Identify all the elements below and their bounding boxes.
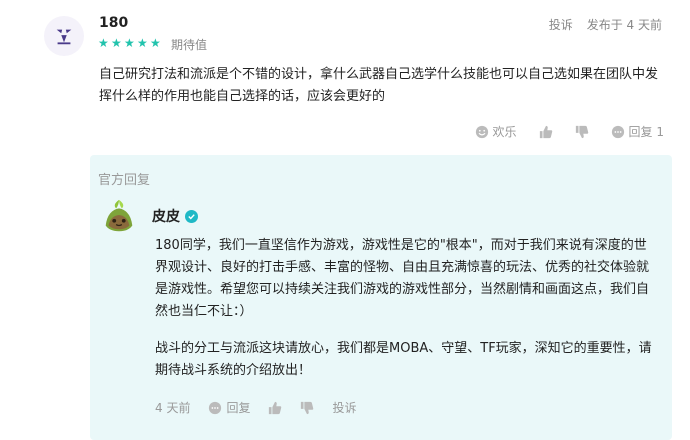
official-reply-footer: 4 天前 回复 投诉	[155, 399, 356, 416]
review-text: 自己研究打法和流派是个不错的设计，拿什么武器自己选学什么技能也可以自己选如果在团…	[99, 67, 659, 104]
official-name: 皮皮	[152, 206, 198, 226]
username[interactable]: 180	[99, 15, 128, 31]
thumbs-down-icon	[301, 401, 314, 414]
official-reply-paragraph: 战斗的分工与流派这块请放心，我们都是MOBA、守望、TF玩家，深知它的重要性，请…	[155, 341, 652, 378]
official-reply-button[interactable]: 回复	[208, 399, 250, 416]
official-dislike-button[interactable]	[300, 401, 314, 415]
thumbs-down-icon	[575, 125, 588, 138]
star-icon: ★	[137, 36, 148, 50]
official-report-button[interactable]: 投诉	[332, 399, 356, 416]
smiley-icon	[475, 125, 488, 138]
reply-button[interactable]: 回复 1	[611, 123, 664, 140]
reply-label: 回复	[226, 401, 251, 415]
star-icon: ★	[150, 36, 161, 50]
mascot-icon	[105, 199, 133, 232]
posted-time: 发布于 4 天前	[586, 18, 662, 32]
star-icon: ★	[111, 36, 122, 50]
avatar-logo-icon	[56, 29, 72, 45]
report-button[interactable]: 投诉	[549, 16, 573, 33]
comment-icon	[209, 401, 222, 414]
reply-time: 4 天前	[155, 401, 191, 415]
rating-label: 期待值	[171, 38, 208, 52]
official-reply: 官方回复 皮皮 180同学，我们一直坚信作为游戏，游戏性是它的"根本"，而对于我…	[90, 155, 672, 440]
rating-stars: ★ ★ ★ ★ ★	[98, 37, 162, 49]
star-icon: ★	[98, 36, 109, 50]
thumbs-up-icon	[539, 125, 552, 138]
comment-icon	[611, 125, 624, 138]
happy-label: 欢乐	[492, 125, 517, 139]
thumbs-up-icon	[269, 401, 282, 414]
dislike-button[interactable]	[575, 125, 589, 139]
reply-count: 回复 1	[628, 125, 664, 139]
official-reply-paragraph: 180同学，我们一直坚信作为游戏，游戏性是它的"根本"，而对于我们来说有深度的世…	[155, 238, 650, 319]
like-button[interactable]	[539, 125, 553, 139]
user-avatar[interactable]	[44, 16, 84, 56]
comment-meta: 投诉 发布于 4 天前	[549, 16, 662, 33]
official-name-text[interactable]: 皮皮	[152, 206, 180, 226]
official-avatar[interactable]	[100, 197, 138, 235]
official-reply-header: 官方回复	[98, 173, 151, 188]
star-icon: ★	[124, 36, 135, 50]
happy-button[interactable]: 欢乐	[475, 123, 517, 140]
official-like-button[interactable]	[268, 401, 282, 415]
comment-actions: 欢乐 回复 1	[475, 123, 664, 140]
verified-icon	[185, 209, 198, 223]
